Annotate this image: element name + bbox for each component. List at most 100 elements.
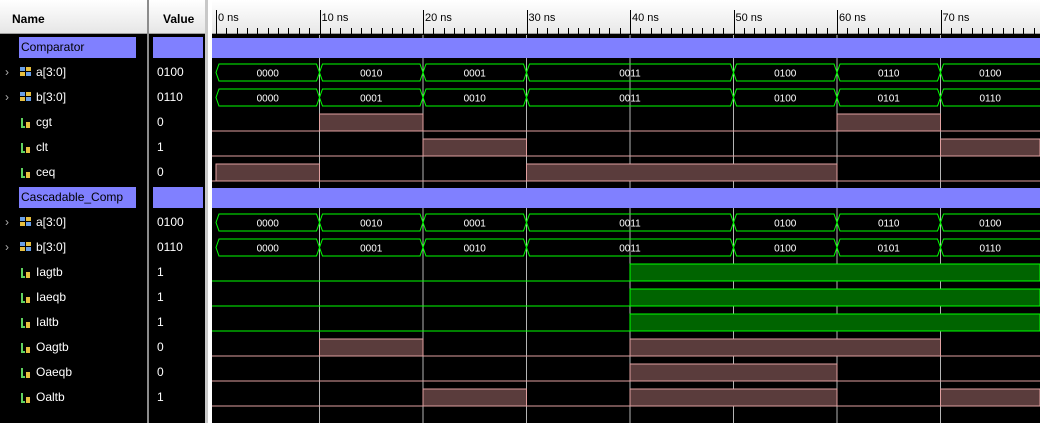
bus-value-label: 0110	[878, 219, 900, 230]
bit-signal-icon	[21, 318, 30, 328]
bus-signal-icon	[20, 217, 31, 226]
signal-name: Iaeqb	[36, 290, 67, 304]
bus-value-label: 0100	[774, 244, 797, 255]
bit-high-pulse	[215, 163, 320, 182]
bus-value-label: 0001	[360, 244, 383, 255]
signal-name-cell[interactable]: cgt	[0, 110, 147, 135]
bus-value-label: 0110	[878, 69, 900, 80]
bus-value-label: 0101	[878, 244, 901, 255]
signal-name-cell[interactable]: › b[3:0]	[0, 85, 147, 110]
signal-value: 1	[157, 290, 164, 304]
bit-high-pulse	[629, 263, 1040, 282]
bus-value-label: 0011	[619, 69, 641, 80]
bit-signal-icon	[21, 268, 30, 278]
signal-value: 1	[157, 265, 164, 279]
signal-value: 0	[157, 340, 164, 354]
group-value-cell	[153, 187, 203, 208]
bus-value-label: 0000	[257, 244, 280, 255]
bit-signal-icon	[21, 143, 30, 153]
signal-value: 0100	[157, 215, 184, 229]
signal-name-cell[interactable]: Oagtb	[0, 335, 147, 360]
signal-name-cell[interactable]: Ialtb	[0, 310, 147, 335]
bus-value-label: 0011	[619, 219, 641, 230]
signal-value: 1	[157, 140, 164, 154]
signal-name: cgt	[36, 115, 53, 129]
bus-value-label: 0011	[619, 94, 641, 105]
chevron-right-icon[interactable]: ›	[5, 216, 15, 228]
bus-value-label: 0001	[464, 69, 487, 80]
chevron-right-icon[interactable]: ›	[5, 241, 15, 253]
signal-name: Oaeqb	[36, 365, 73, 379]
chevron-right-icon[interactable]: ›	[5, 66, 15, 78]
bus-signal-icon	[20, 92, 31, 101]
signal-name-cell[interactable]: clt	[0, 135, 147, 160]
bus-value-label: 0000	[257, 219, 280, 230]
signal-value: 0	[157, 165, 164, 179]
group-name[interactable]: Comparator	[19, 37, 136, 58]
bus-value-label: 0010	[464, 94, 487, 105]
name-column-header[interactable]: Name	[0, 0, 147, 34]
waveform-canvas[interactable]: 0000 0010 0001 0011 0100 0110 0100 0000 0001 0010…	[212, 0, 1040, 423]
bit-high-pulse	[940, 138, 1040, 157]
signal-name: a[3:0]	[36, 215, 67, 229]
bus-value-label: 0000	[257, 69, 280, 80]
bus-value-label: 0100	[979, 69, 1002, 80]
signal-name-cell[interactable]: ceq	[0, 160, 147, 185]
bit-high-pulse	[629, 338, 941, 357]
signal-value: 0	[157, 115, 164, 129]
signal-name-cell[interactable]: › a[3:0]	[0, 210, 147, 235]
bit-high-pulse	[526, 163, 838, 182]
value-column	[149, 0, 205, 423]
waveform-pane[interactable]: 0 ns 10 ns 20 ns 30 ns 40 ns 50 ns 60 ns 70 ns …	[212, 0, 1040, 423]
signal-name: ceq	[36, 165, 56, 179]
group-value-cell	[153, 37, 203, 58]
signal-value: 1	[157, 390, 164, 404]
bus-value-label: 0100	[774, 219, 797, 230]
bit-high-pulse	[629, 388, 838, 407]
bit-signal-icon	[21, 393, 30, 403]
bus-value-label: 0000	[257, 94, 280, 105]
bus-value-label: 0110	[979, 94, 1001, 105]
bit-high-pulse	[940, 388, 1040, 407]
bus-value-label: 0001	[360, 94, 383, 105]
signal-name-cell[interactable]: Iagtb	[0, 260, 147, 285]
column-divider[interactable]	[147, 0, 149, 423]
bit-high-pulse	[629, 288, 1040, 307]
bit-signal-icon	[21, 293, 30, 303]
signal-name: Oagtb	[36, 340, 69, 354]
bus-value-label: 0100	[774, 69, 797, 80]
bus-value-label: 0010	[360, 69, 383, 80]
signal-name-cell[interactable]: › a[3:0]	[0, 60, 147, 85]
signal-value: 0	[157, 365, 164, 379]
signal-name: b[3:0]	[36, 90, 67, 104]
bit-high-pulse	[319, 113, 424, 132]
signal-name-cell[interactable]: Oaltb	[0, 385, 147, 410]
bit-high-pulse	[629, 313, 1040, 332]
bit-signal-icon	[21, 368, 30, 378]
signal-name: clt	[36, 140, 48, 154]
group-name[interactable]: Cascadable_Comp	[19, 187, 136, 208]
bit-high-pulse	[319, 338, 424, 357]
bus-signal-icon	[20, 242, 31, 251]
signal-name: Iagtb	[36, 265, 63, 279]
bus-value-label: 0101	[878, 94, 901, 105]
signal-name-cell[interactable]: Iaeqb	[0, 285, 147, 310]
group-bar	[212, 188, 1040, 208]
bit-high-pulse	[836, 113, 941, 132]
signal-name: Ialtb	[36, 315, 59, 329]
chevron-right-icon[interactable]: ›	[5, 91, 15, 103]
signal-name: Oaltb	[36, 390, 65, 404]
bus-value-label: 0001	[464, 219, 487, 230]
value-column-header[interactable]: Value	[149, 0, 205, 34]
bus-signal-icon	[20, 67, 31, 76]
signal-name: a[3:0]	[36, 65, 67, 79]
signal-name-cell[interactable]: › b[3:0]	[0, 235, 147, 260]
signal-name: b[3:0]	[36, 240, 67, 254]
bit-high-pulse	[629, 363, 838, 382]
bit-signal-icon	[21, 118, 30, 128]
bit-high-pulse	[422, 388, 527, 407]
bit-signal-icon	[21, 343, 30, 353]
bus-value-label: 0110	[979, 244, 1001, 255]
bus-value-label: 0010	[360, 219, 383, 230]
signal-name-cell[interactable]: Oaeqb	[0, 360, 147, 385]
